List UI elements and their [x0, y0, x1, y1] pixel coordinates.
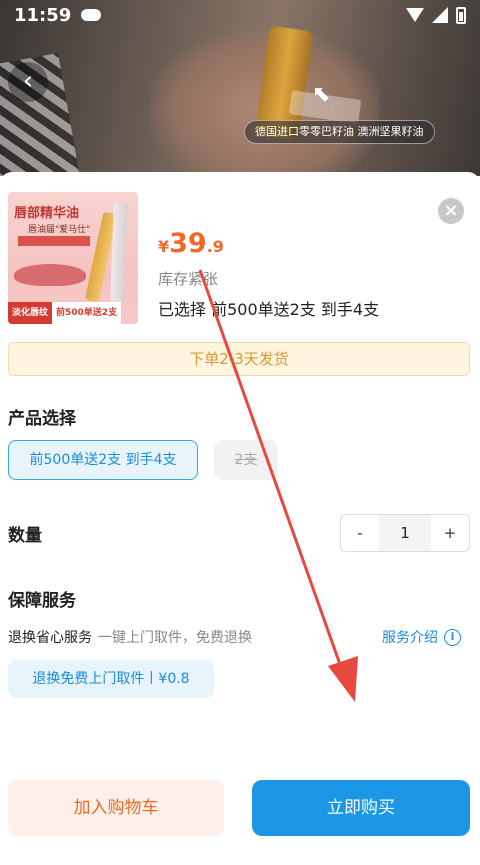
back-button[interactable]: ‹: [8, 62, 48, 102]
service-intro-label: 服务介绍: [382, 630, 438, 646]
thumb-stripe: [18, 236, 90, 246]
thumb-badge-right: 前500单送2支: [52, 302, 122, 324]
cursor-icon: ⬉: [312, 82, 331, 107]
thumb-title: 唇部精华油: [14, 206, 80, 221]
cloud-icon: [81, 9, 102, 21]
video-caption: 德国进口零零巴籽油 澳洲坚果籽油: [244, 120, 435, 144]
shipping-banner: 下单2-3天发货: [8, 342, 470, 376]
quantity-stepper: - 1 +: [340, 514, 470, 552]
quantity-value[interactable]: 1: [379, 515, 431, 551]
option-2-pack[interactable]: 2支: [214, 440, 278, 480]
stock-status: 库存紧张: [158, 270, 219, 288]
lips-image: [14, 264, 86, 286]
product-select-title: 产品选择: [8, 409, 76, 429]
quantity-plus-button[interactable]: +: [431, 515, 469, 551]
service-tag[interactable]: 退换免费上门取件丨¥0.8: [8, 660, 214, 698]
price-integer: 39: [169, 228, 207, 259]
add-to-cart-button[interactable]: 加入购物车: [8, 780, 224, 836]
quantity-minus-button[interactable]: -: [341, 515, 379, 551]
option-selected[interactable]: 前500单送2支 到手4支: [8, 440, 198, 480]
buy-now-button[interactable]: 立即购买: [252, 780, 470, 836]
wifi-icon: [406, 8, 424, 22]
thumb-badge-left: 淡化唇纹: [8, 302, 53, 324]
product-thumbnail[interactable]: 唇部精华油 唇油届"爱马仕" 淡化唇纹 前500单送2支: [8, 192, 138, 324]
price: ¥39.9: [158, 228, 224, 259]
thumb-badge: 淡化唇纹 前500单送2支: [8, 302, 122, 324]
status-bar: 11:59: [0, 0, 480, 30]
service-title: 保障服务: [8, 591, 76, 611]
service-description: 一键上门取件，免费退换: [98, 630, 252, 646]
price-symbol: ¥: [158, 237, 170, 256]
cellular-icon: [432, 7, 448, 23]
thumb-tube-white: [110, 201, 128, 303]
battery-icon: [456, 6, 466, 24]
selected-sku-text: 已选择 前500单送2支 到手4支: [158, 300, 380, 319]
service-name: 退换省心服务: [8, 630, 92, 646]
service-row: 退换省心服务 一键上门取件，免费退换: [8, 627, 252, 647]
sku-sheet: 唇部精华油 唇油届"爱马仕" 淡化唇纹 前500单送2支 ¥39.9 库存紧张 …: [0, 172, 480, 865]
thumb-subtitle: 唇油届"爱马仕": [28, 225, 91, 235]
price-decimal: .9: [206, 237, 224, 256]
status-icons: [406, 6, 466, 24]
info-icon: i: [444, 628, 461, 646]
quantity-title: 数量: [8, 526, 42, 546]
close-button[interactable]: ×: [438, 198, 464, 224]
service-intro-link[interactable]: 服务介绍 i: [382, 627, 461, 647]
status-time: 11:59: [14, 4, 72, 26]
